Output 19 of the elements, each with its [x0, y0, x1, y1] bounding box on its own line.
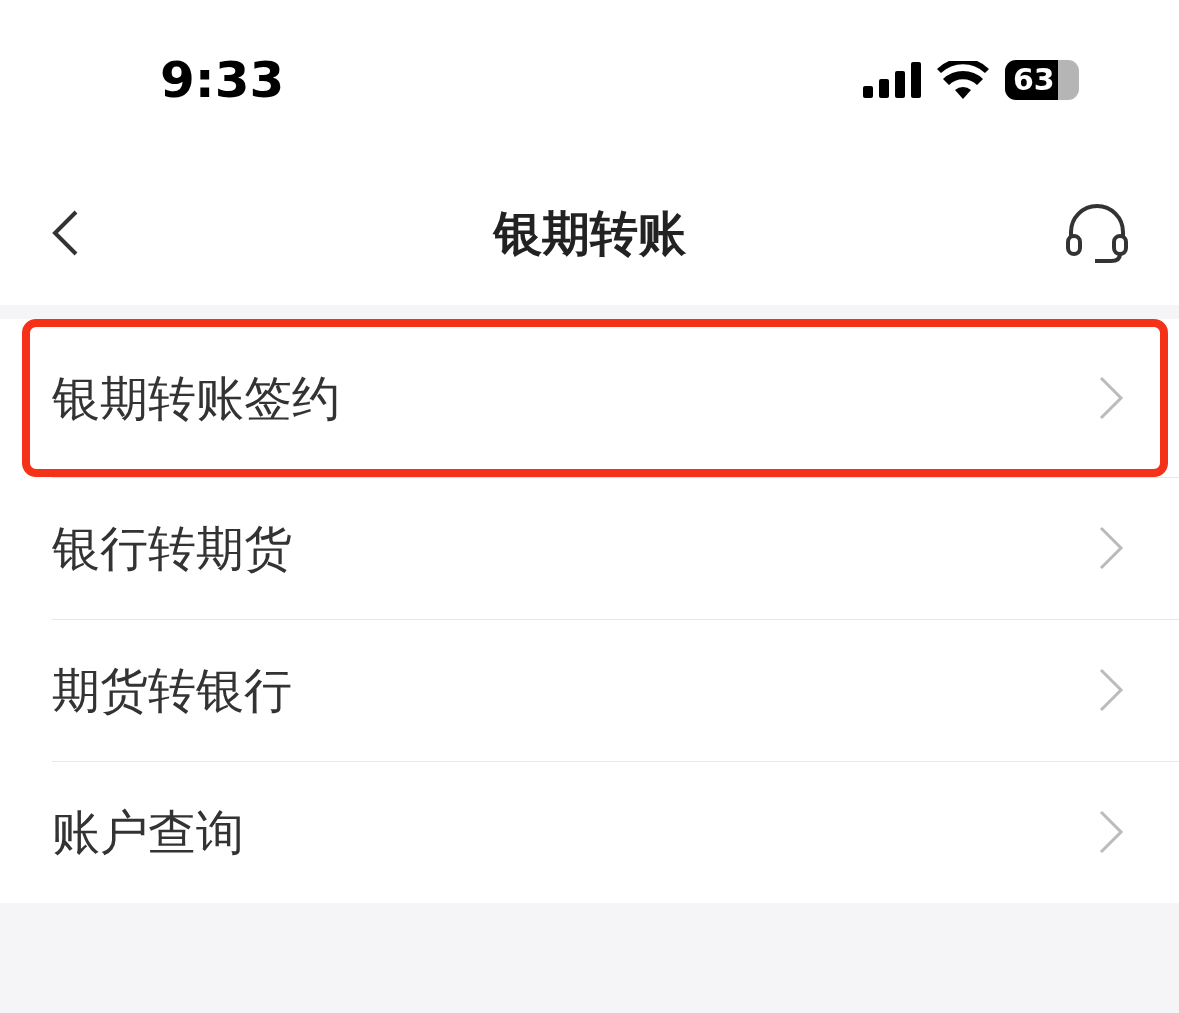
chevron-right-icon [1098, 375, 1124, 421]
headset-icon[interactable] [1065, 201, 1129, 264]
menu-row[interactable]: 银行转期货 [0, 477, 1179, 619]
highlighted-menu-row[interactable]: 银期转账签约 [22, 319, 1168, 477]
menu-label: 银期转账签约 [52, 369, 340, 428]
menu-label: 期货转银行 [52, 661, 292, 720]
menu-label: 账户查询 [52, 803, 244, 862]
menu-row[interactable]: 期货转银行 [0, 619, 1179, 761]
status-time: 9:33 [160, 49, 285, 111]
page-title: 银期转账 [493, 203, 686, 263]
chevron-right-icon [1098, 809, 1124, 855]
chevron-right-icon [1098, 667, 1124, 713]
chevron-right-icon [1098, 525, 1124, 571]
menu-label: 银行转期货 [52, 519, 292, 578]
back-icon[interactable] [50, 208, 80, 257]
wifi-icon [937, 61, 989, 99]
signal-icon [863, 62, 921, 98]
menu-row[interactable]: 账户查询 [0, 761, 1179, 903]
battery-indicator: 63 [1005, 60, 1079, 100]
